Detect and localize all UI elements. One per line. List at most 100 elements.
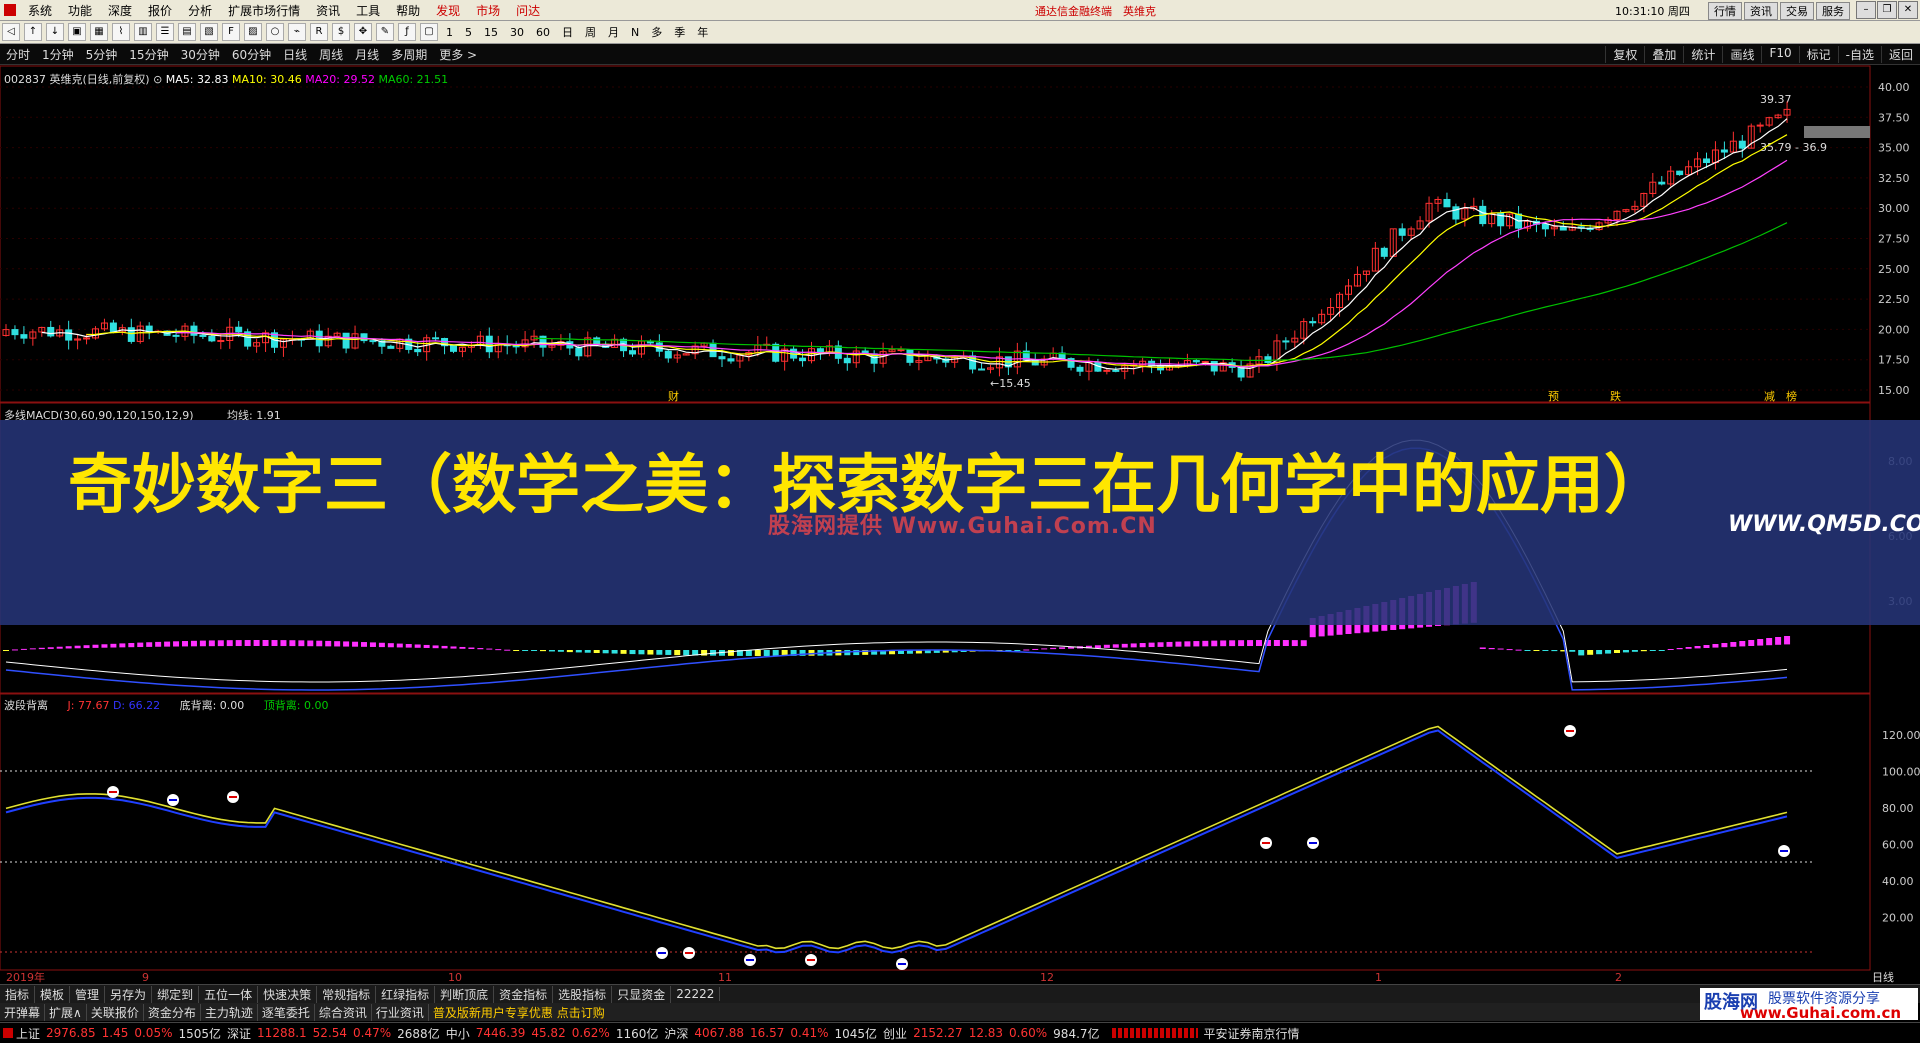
tab-capital-only[interactable]: 只显资金 bbox=[612, 985, 672, 1003]
tab-five-in-one[interactable]: 五位一体 bbox=[199, 985, 259, 1003]
main-y-tick: 37.50 bbox=[1878, 111, 1910, 124]
candle-body bbox=[109, 322, 117, 333]
macd-bar bbox=[146, 642, 153, 647]
main-trace-button[interactable]: 主力轨迹 bbox=[201, 1003, 258, 1021]
candle-body bbox=[1559, 226, 1567, 231]
macd-bar bbox=[334, 641, 341, 647]
candle-body bbox=[217, 340, 225, 343]
tab-bind-to[interactable]: 绑定到 bbox=[152, 985, 200, 1003]
macd-bar bbox=[1148, 642, 1155, 648]
main-y-tick: 27.50 bbox=[1878, 233, 1910, 246]
candle-body bbox=[978, 368, 986, 371]
macd-bar bbox=[253, 640, 260, 647]
candle-body bbox=[172, 334, 180, 337]
ticker-hs-vol: 1045亿 bbox=[834, 1026, 878, 1041]
macd-bar bbox=[1739, 641, 1746, 647]
danmaku-button[interactable]: 开弹幕 bbox=[0, 1003, 46, 1021]
main-y-tick: 35.00 bbox=[1878, 142, 1910, 155]
macd-bar bbox=[1211, 640, 1218, 647]
bottom-y-tick: 40.00 bbox=[1882, 875, 1914, 888]
candle-body bbox=[593, 337, 601, 345]
capital-distribution-button[interactable]: 资金分布 bbox=[144, 1003, 201, 1021]
bottom-dingbeili: 顶背离: 0.00 bbox=[263, 699, 329, 712]
tab-manage[interactable]: 管理 bbox=[70, 985, 106, 1003]
main-y-tick: 20.00 bbox=[1878, 323, 1910, 336]
candle-body bbox=[1103, 369, 1111, 372]
ticker-hs-name[interactable]: 沪深 bbox=[664, 1025, 688, 1042]
ticker-sz-vol: 2688亿 bbox=[397, 1026, 440, 1041]
ticker-zx-name[interactable]: 中小 bbox=[446, 1025, 470, 1042]
macd-bar bbox=[208, 640, 215, 647]
macd-bar bbox=[405, 644, 412, 648]
macd-bar bbox=[1533, 650, 1540, 651]
macd-bar bbox=[1229, 640, 1236, 647]
ticker-sz-name[interactable]: 深证 bbox=[227, 1025, 251, 1042]
macd-bar bbox=[1694, 646, 1701, 649]
macd-bar bbox=[235, 640, 242, 647]
macd-bar bbox=[92, 644, 99, 648]
macd-bar bbox=[20, 648, 27, 650]
tab-redgreen-indicators[interactable]: 红绿指标 bbox=[376, 985, 436, 1003]
tab-common-indicators[interactable]: 常规指标 bbox=[317, 985, 377, 1003]
macd-bar bbox=[674, 650, 681, 656]
tab-capital-indicators[interactable]: 资金指标 bbox=[494, 985, 554, 1003]
candle-body bbox=[47, 326, 55, 337]
related-quote-button[interactable]: 关联报价 bbox=[87, 1003, 144, 1021]
tab-template[interactable]: 模板 bbox=[35, 985, 71, 1003]
macd-bar bbox=[190, 640, 197, 647]
ticker-sh-name[interactable]: 上证 bbox=[16, 1025, 40, 1042]
macd-bar bbox=[29, 648, 36, 650]
macd-bar bbox=[1202, 640, 1209, 647]
macd-bar bbox=[1273, 640, 1280, 647]
ticker-hs-chg: 16.57 bbox=[750, 1026, 785, 1040]
bottom-y-tick: 80.00 bbox=[1882, 802, 1914, 815]
macd-bar bbox=[1014, 650, 1021, 651]
macd-bar bbox=[727, 650, 734, 656]
ticker-cy-name[interactable]: 创业 bbox=[883, 1025, 907, 1042]
macd-bar bbox=[164, 641, 171, 647]
bottom-j-line bbox=[5, 725, 1788, 950]
tab-save-as[interactable]: 另存为 bbox=[105, 985, 153, 1003]
index-ticker: 上证 2976.85 1.45 0.05% 1505亿 深证 11288.1 5… bbox=[0, 1022, 1920, 1043]
macd-bar bbox=[486, 648, 493, 650]
macd-bar bbox=[1766, 638, 1773, 646]
macd-bar bbox=[352, 641, 359, 647]
tab-top-bottom[interactable]: 判断顶底 bbox=[435, 985, 495, 1003]
ticker-sz-pct: 0.47% bbox=[353, 1026, 392, 1040]
bottom-y-tick: 120.00 bbox=[1882, 729, 1920, 742]
order-detail-button[interactable]: 逐笔委托 bbox=[258, 1003, 315, 1021]
x-axis-label: 2 bbox=[1615, 971, 1622, 984]
macd-bar bbox=[361, 642, 367, 647]
macd-bar bbox=[513, 650, 520, 651]
macd-bar bbox=[1050, 647, 1057, 650]
bottom-info-line: 波段背离 J: 77.67 D: 66.22 底背离: 0.00 顶背离: 0.… bbox=[4, 697, 329, 713]
tab-22222[interactable]: 22222 bbox=[671, 987, 721, 1001]
candle-body bbox=[20, 334, 28, 339]
candle-body bbox=[432, 337, 440, 340]
industry-news-button[interactable]: 行业资讯 bbox=[372, 1003, 429, 1021]
candle-body bbox=[1201, 361, 1209, 364]
bottom-d-value: D: 66.22 bbox=[112, 699, 161, 712]
tab-indicator[interactable]: 指标 bbox=[0, 985, 36, 1003]
price-low-label: ←15.45 bbox=[990, 377, 1031, 390]
candle-body bbox=[1282, 340, 1290, 343]
tab-quick-decision[interactable]: 快速决策 bbox=[258, 985, 318, 1003]
ticker-sz-chg: 52.54 bbox=[312, 1026, 348, 1040]
macd-bar bbox=[1479, 647, 1486, 649]
promo-link[interactable]: 普及版新用户专享优惠 点击订购 bbox=[429, 1004, 609, 1021]
macd-bar bbox=[1569, 650, 1576, 652]
tab-screening-indicators[interactable]: 选股指标 bbox=[553, 985, 613, 1003]
candle-body bbox=[718, 356, 726, 360]
main-y-tick: 32.50 bbox=[1878, 172, 1910, 185]
macd-bar bbox=[1542, 650, 1549, 651]
candle-body bbox=[1658, 181, 1666, 185]
macd-bar bbox=[38, 647, 45, 650]
indicator-tabs: 指标 模板 管理 另存为 绑定到 五位一体 快速决策 常规指标 红绿指标 判断顶… bbox=[0, 984, 1920, 1003]
ma20-line bbox=[175, 159, 1788, 368]
expand-button[interactable]: 扩展∧ bbox=[45, 1003, 87, 1021]
ma10-label: MA10: 30.46 bbox=[232, 73, 302, 86]
macd-bar bbox=[128, 642, 135, 648]
event-mark: 榜 bbox=[1786, 389, 1797, 403]
general-news-button[interactable]: 综合资讯 bbox=[315, 1003, 372, 1021]
macd-bar bbox=[110, 643, 117, 648]
